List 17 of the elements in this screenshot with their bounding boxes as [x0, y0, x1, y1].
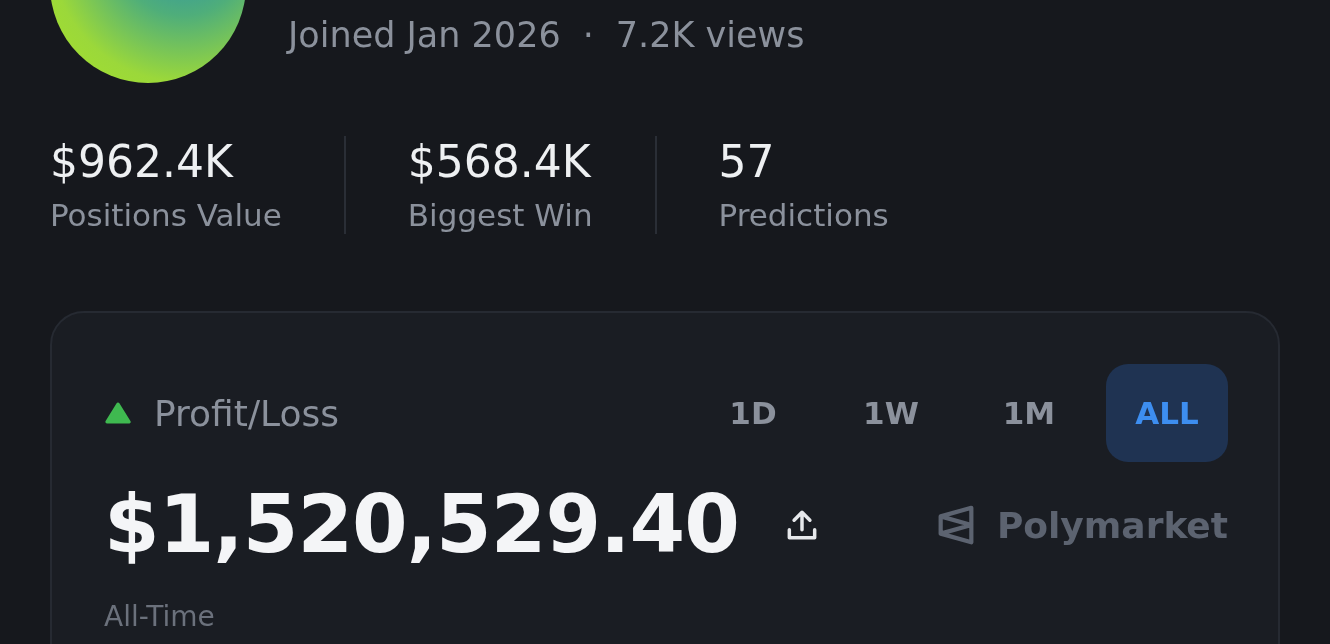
stat-value: 57	[718, 139, 776, 184]
range-tab[interactable]: 1D	[692, 364, 814, 462]
period-label: All-Time	[104, 603, 216, 631]
stat-value: $962.4K	[50, 139, 235, 184]
range-tab[interactable]: 1W	[830, 364, 952, 462]
view-count: 7.2K views	[615, 18, 805, 53]
stat-label: Positions Value	[50, 199, 282, 231]
range-tab[interactable]: 1M	[968, 364, 1090, 462]
card-title: Profit/Loss	[154, 392, 339, 434]
stat-label: Predictions	[718, 199, 889, 231]
profit-amount: $1,520,529.40	[104, 481, 739, 569]
brand-name: Polymarket	[996, 504, 1228, 546]
joined-date: Joined Jan 2026	[288, 18, 561, 53]
stat-value: $568.4K	[407, 139, 592, 184]
range-tab[interactable]: ALL	[1106, 364, 1228, 462]
separator-dot: ·	[582, 18, 594, 53]
stat-label: Biggest Win	[407, 199, 593, 231]
